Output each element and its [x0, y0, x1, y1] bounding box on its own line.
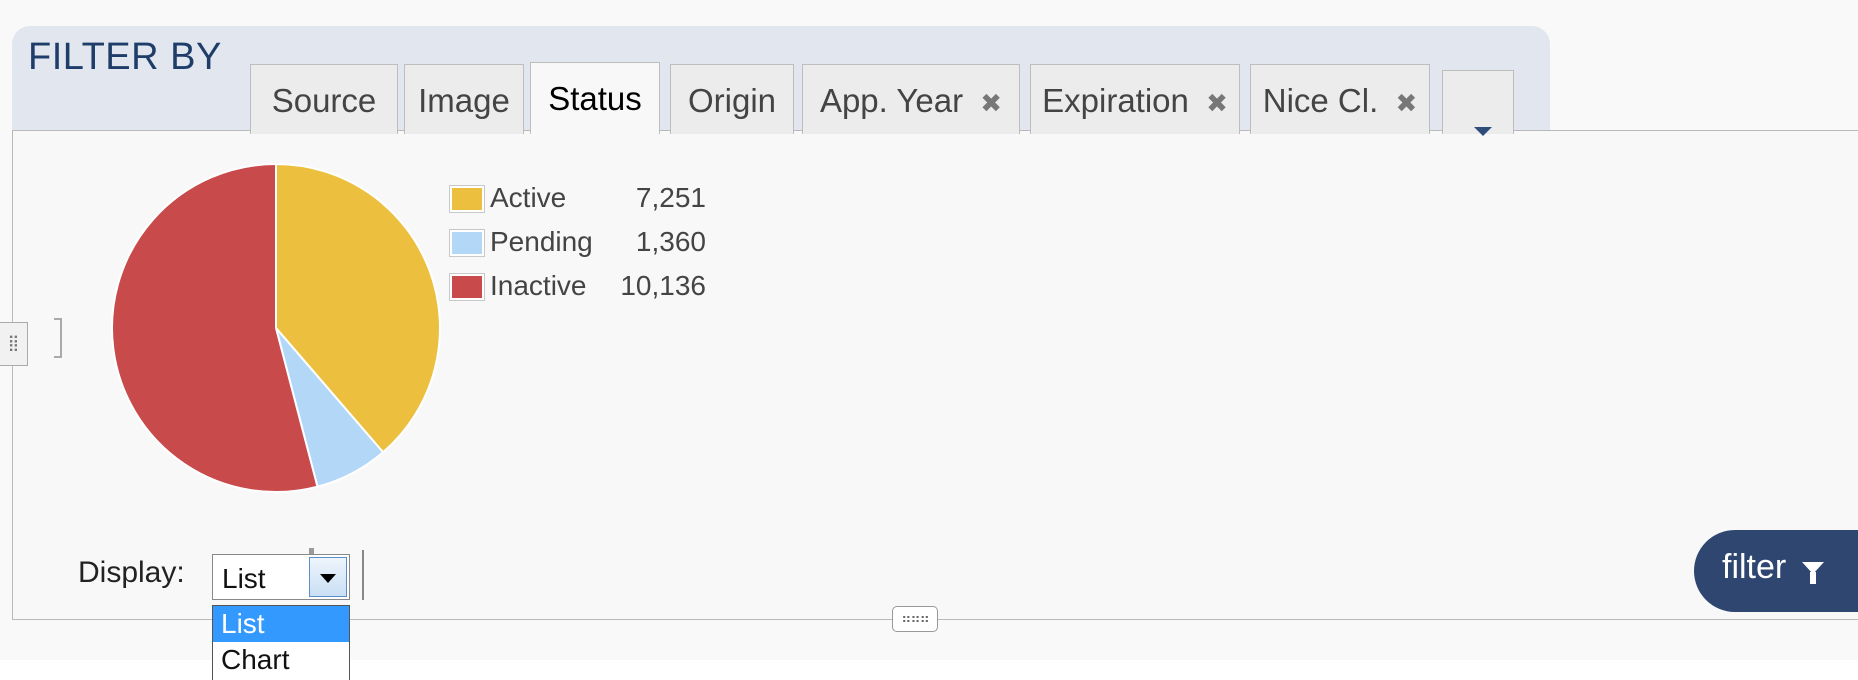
- legend-value: 1,360: [635, 226, 706, 257]
- more-tabs-button[interactable]: [1442, 70, 1514, 136]
- chevron-down-icon[interactable]: [309, 557, 347, 597]
- tab-label: Nice Cl.: [1262, 82, 1379, 119]
- status-pie-chart: [111, 162, 441, 493]
- tab-origin[interactable]: Origin: [670, 64, 794, 134]
- legend-label: Active: [490, 182, 567, 213]
- bottom-resize-handle[interactable]: ⠶⠶⠶: [892, 606, 938, 632]
- display-option-chart[interactable]: Chart: [213, 642, 349, 678]
- tab-app-year[interactable]: App. Year ✖: [802, 64, 1020, 134]
- bracket-divider: [54, 318, 62, 358]
- tab-label: Image: [418, 82, 510, 119]
- tab-label: Origin: [687, 82, 777, 119]
- close-icon[interactable]: ✖: [1206, 88, 1228, 118]
- legend-label: Pending: [490, 226, 593, 257]
- display-options-list: List Chart: [212, 605, 350, 680]
- tab-label: Status: [548, 80, 642, 117]
- chart-legend: Active 7,251 Pending 1,360 Inactive 10,1…: [446, 180, 766, 312]
- side-resize-handle[interactable]: ⣿: [0, 322, 28, 366]
- filter-button-label: filter: [1722, 548, 1787, 586]
- legend-swatch: [450, 230, 484, 256]
- legend-value: 10,136: [620, 270, 706, 301]
- tab-expiration[interactable]: Expiration ✖: [1030, 64, 1240, 134]
- legend-item-active: Active 7,251: [446, 180, 766, 224]
- legend-item-pending: Pending 1,360: [446, 224, 766, 268]
- tab-nice-cl[interactable]: Nice Cl. ✖: [1250, 64, 1430, 134]
- divider: [362, 550, 364, 600]
- page-title: FILTER BY: [28, 36, 222, 78]
- grip-icon: ⣿: [7, 335, 20, 352]
- display-option-list[interactable]: List: [213, 606, 349, 642]
- display-label: Display:: [78, 556, 185, 589]
- tab-image[interactable]: Image: [404, 64, 524, 134]
- legend-label: Inactive: [490, 270, 587, 301]
- legend-swatch: [450, 274, 484, 300]
- funnel-icon: [1801, 562, 1824, 584]
- tab-label: App. Year: [819, 82, 964, 119]
- legend-value: 7,251: [635, 182, 706, 213]
- filter-button[interactable]: filter: [1694, 530, 1858, 612]
- display-selected-value: List: [222, 563, 266, 594]
- tab-source[interactable]: Source: [250, 64, 398, 134]
- tab-status[interactable]: Status: [530, 62, 660, 134]
- display-select[interactable]: List: [212, 554, 350, 600]
- legend-item-inactive: Inactive 10,136: [446, 268, 766, 312]
- tab-label: Expiration: [1042, 82, 1189, 119]
- legend-swatch: [450, 186, 484, 212]
- tab-label: Source: [271, 82, 377, 119]
- grip-icon: ⠶⠶⠶: [901, 610, 930, 626]
- close-icon[interactable]: ✖: [1395, 88, 1417, 118]
- close-icon[interactable]: ✖: [980, 88, 1002, 118]
